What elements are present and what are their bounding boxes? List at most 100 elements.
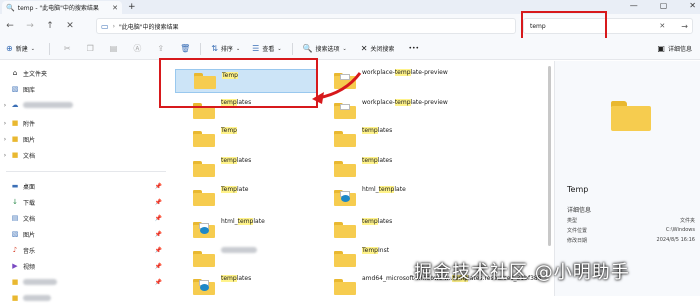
sidebar-item-blurred-2[interactable]: ■ [0, 290, 168, 306]
result-name [221, 247, 257, 255]
pin-icon[interactable]: 📌 [155, 183, 162, 190]
clear-search-icon[interactable]: ✕ [659, 22, 665, 30]
sidebar-divider [6, 171, 166, 172]
sidebar-item-downloads[interactable]: ↓ 下载 📌 [0, 194, 168, 210]
result-name: html_template [362, 186, 406, 193]
close-tab-icon[interactable]: ✕ [112, 4, 118, 12]
result-item[interactable]: templates [193, 157, 323, 181]
folder-icon: ■ [11, 119, 19, 127]
result-item[interactable]: Template [193, 186, 323, 210]
chevron-right-icon: › [3, 151, 7, 159]
sidebar-item-label: 主文件夹 [23, 70, 48, 78]
chevron-right-icon: › [3, 135, 7, 143]
chevron-right-icon: › [3, 101, 7, 109]
sidebar-item-blurred-account[interactable]: › ☁ [0, 97, 168, 113]
folder-icon [193, 251, 215, 267]
sidebar-item-label: 图片 [23, 136, 36, 144]
pin-icon[interactable]: 📌 [155, 247, 162, 254]
close-window-icon[interactable]: ✕ [689, 1, 696, 10]
details-button[interactable]: ▣ 详细信息 [657, 38, 692, 60]
paste-button[interactable]: ▤ [110, 38, 118, 60]
sidebar-item-gallery[interactable]: ▧ 图库 [0, 81, 168, 97]
folder-with-image-icon [334, 190, 356, 206]
result-item[interactable]: html_template [334, 186, 534, 210]
music-icon: ♪ [12, 246, 18, 254]
new-tab-icon[interactable]: + [128, 2, 136, 12]
pin-icon[interactable]: 📌 [155, 215, 162, 222]
result-item[interactable]: templates [334, 127, 534, 151]
navigation-pane: ⌂ 主文件夹 ▧ 图库 › ☁ › ■ 附件 › ■ 图片 › ■ 文档 ▬ 桌… [0, 61, 168, 302]
sidebar-item-home[interactable]: ⌂ 主文件夹 [0, 65, 168, 81]
pin-icon[interactable]: 📌 [155, 263, 162, 270]
pin-icon[interactable]: 📌 [155, 231, 162, 238]
share-button[interactable]: ⇪ [157, 38, 164, 60]
search-options-button[interactable]: 🔍 搜索选项 ⌄ [303, 38, 347, 60]
back-icon[interactable]: ← [0, 21, 20, 31]
home-icon: ⌂ [12, 69, 18, 77]
details-section-heading: 详细信息 [567, 207, 592, 214]
close-search-button[interactable]: ✕ 关闭搜索 [361, 38, 395, 60]
sidebar-item-documents[interactable]: ▤ 文档 📌 [0, 210, 168, 226]
up-icon[interactable]: ↑ [40, 21, 60, 31]
folder-icon [334, 251, 356, 267]
sidebar-item-label: 图库 [23, 86, 36, 94]
result-item[interactable]: templates [193, 275, 323, 299]
result-item[interactable]: html_template [193, 218, 323, 242]
more-button[interactable]: ••• [408, 38, 419, 60]
sort-button[interactable]: ⇅ 排序 ⌄ [211, 38, 240, 60]
gallery-icon: ▧ [11, 85, 19, 93]
maximize-icon[interactable]: ▢ [660, 1, 668, 10]
cut-button[interactable]: ✂ [64, 38, 71, 60]
address-path: "此电脑"中的搜索结果 [118, 23, 179, 31]
address-bar[interactable]: ▭ › "此电脑"中的搜索结果 [96, 18, 516, 34]
divider [200, 42, 202, 55]
folder-icon [334, 131, 356, 147]
search-arrow-icon[interactable]: → [681, 22, 688, 31]
sidebar-item-blurred-1[interactable]: ■ 📌 [0, 274, 168, 290]
folder-icon [334, 161, 356, 177]
sidebar-item-label: 文档 [23, 152, 36, 160]
result-item[interactable]: templates [334, 218, 534, 242]
rename-icon: Ⓐ [133, 44, 142, 53]
more-icon: ••• [408, 45, 420, 52]
result-item[interactable]: Temp [193, 127, 323, 151]
sidebar-item-desktop[interactable]: ▬ 桌面 📌 [0, 178, 168, 194]
sidebar-item-pictures[interactable]: ▧ 图片 📌 [0, 226, 168, 242]
details-row-modified: 修改日期 2024/8/5 16:16 [567, 237, 695, 244]
rename-button[interactable]: Ⓐ [133, 38, 141, 60]
forward-icon[interactable]: → [20, 21, 40, 31]
result-name: TempInst [362, 247, 390, 254]
chevron-right-icon: › [3, 119, 7, 127]
scrollbar[interactable] [548, 66, 551, 246]
document-icon: ▤ [11, 214, 19, 222]
sidebar-item-folder-1[interactable]: › ■ 附件 [0, 115, 168, 131]
annotation-box-search [521, 11, 607, 40]
command-bar: ⊕ 新建 ⌄ ✂ ❐ ▤ Ⓐ ⇪ 🗑 ⇅ 排序 ⌄ ☰ 查看 ⌄ 🔍 搜索选项 … [0, 38, 700, 60]
folder-icon [334, 279, 356, 295]
chevron-down-icon: ⌄ [235, 45, 241, 52]
copy-button[interactable]: ❐ [87, 38, 94, 60]
refresh-icon[interactable]: ✕ [60, 21, 80, 31]
new-button[interactable]: ⊕ 新建 ⌄ [6, 38, 35, 60]
sidebar-item-folder-3[interactable]: › ■ 文档 [0, 147, 168, 163]
folder-icon: ■ [11, 135, 19, 143]
result-name: workplace-template-preview [362, 99, 448, 106]
delete-button[interactable]: 🗑 [180, 38, 190, 60]
pin-icon[interactable]: 📌 [155, 279, 162, 286]
sidebar-item-videos[interactable]: ▶ 视频 📌 [0, 258, 168, 274]
sidebar-item-folder-2[interactable]: › ■ 图片 [0, 131, 168, 147]
result-item[interactable]: templates [334, 157, 534, 181]
search-options-label: 搜索选项 [315, 46, 340, 53]
result-item[interactable] [193, 247, 323, 271]
pin-icon[interactable]: 📌 [155, 199, 162, 206]
blurred-label [23, 279, 57, 285]
minimize-icon[interactable]: — [630, 1, 638, 10]
folder-icon: ■ [11, 278, 19, 286]
view-button[interactable]: ☰ 查看 ⌄ [252, 38, 281, 60]
sidebar-item-music[interactable]: ♪ 音乐 📌 [0, 242, 168, 258]
sort-label: 排序 [220, 46, 233, 53]
tab-search-results[interactable]: 🔍 temp - "此电脑"中的搜索结果 ✕ [2, 1, 122, 14]
folder-icon [193, 190, 215, 206]
result-name: workplace-template-preview [362, 69, 448, 76]
folder-icon [193, 131, 215, 147]
